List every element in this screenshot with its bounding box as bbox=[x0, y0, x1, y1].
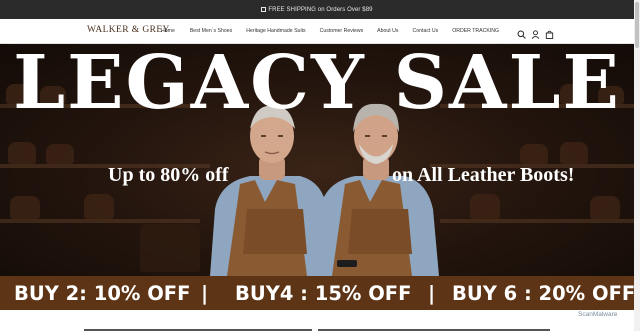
hero-product-text: on All Leather Boots! bbox=[392, 164, 575, 186]
hero-title: LEGACY SALE bbox=[13, 44, 621, 126]
nav-customer-reviews[interactable]: Customer Reviews bbox=[320, 28, 364, 34]
announcement-bar: FREE SHIPPING on Orders Over $89 bbox=[0, 0, 634, 19]
nav-contact-us[interactable]: Contact Us bbox=[413, 28, 439, 34]
promo-separator: | bbox=[428, 281, 436, 305]
promo-buy-2: BUY 2: 10% OFF bbox=[14, 281, 191, 305]
nav-about-us[interactable]: About Us bbox=[377, 28, 398, 34]
site-logo[interactable]: WALKER & GREY bbox=[87, 25, 170, 35]
nav-heritage-handmade-suits[interactable]: Heritage Handmade Suits bbox=[246, 28, 305, 34]
page-scrollbar[interactable] bbox=[634, 0, 640, 331]
scanmalware-watermark: ScanMalware bbox=[578, 311, 618, 318]
hero-discount-text: Up to 80% off bbox=[108, 164, 229, 186]
promo-buy-6: BUY 6 : 20% OFF bbox=[452, 281, 636, 305]
cart-icon[interactable] bbox=[545, 26, 554, 39]
site-header: WALKER & GREY Home Best Men`s Shoes Heri… bbox=[0, 19, 634, 44]
account-icon[interactable] bbox=[531, 26, 540, 39]
promo-banner[interactable]: BUY 2: 10% OFF | BUY4 : 15% OFF | BUY 6 … bbox=[0, 276, 636, 310]
scrollbar-thumb[interactable] bbox=[635, 2, 639, 48]
content-below bbox=[0, 310, 634, 331]
announcement-text: FREE SHIPPING on Orders Over $89 bbox=[268, 6, 373, 13]
nav-best-mens-shoes[interactable]: Best Men`s Shoes bbox=[190, 28, 232, 34]
hero-banner[interactable]: LEGACY SALE Up to 80% off on All Leather… bbox=[0, 44, 634, 276]
search-icon[interactable] bbox=[517, 26, 526, 39]
promo-separator: | bbox=[201, 281, 209, 305]
header-icons bbox=[517, 26, 554, 39]
promo-buy-4: BUY4 : 15% OFF bbox=[235, 281, 412, 305]
nav-order-tracking[interactable]: ORDER TRACKING bbox=[452, 28, 499, 34]
main-nav: Home Best Men`s Shoes Heritage Handmade … bbox=[161, 28, 499, 34]
box-icon bbox=[261, 7, 267, 12]
nav-home[interactable]: Home bbox=[161, 28, 175, 34]
